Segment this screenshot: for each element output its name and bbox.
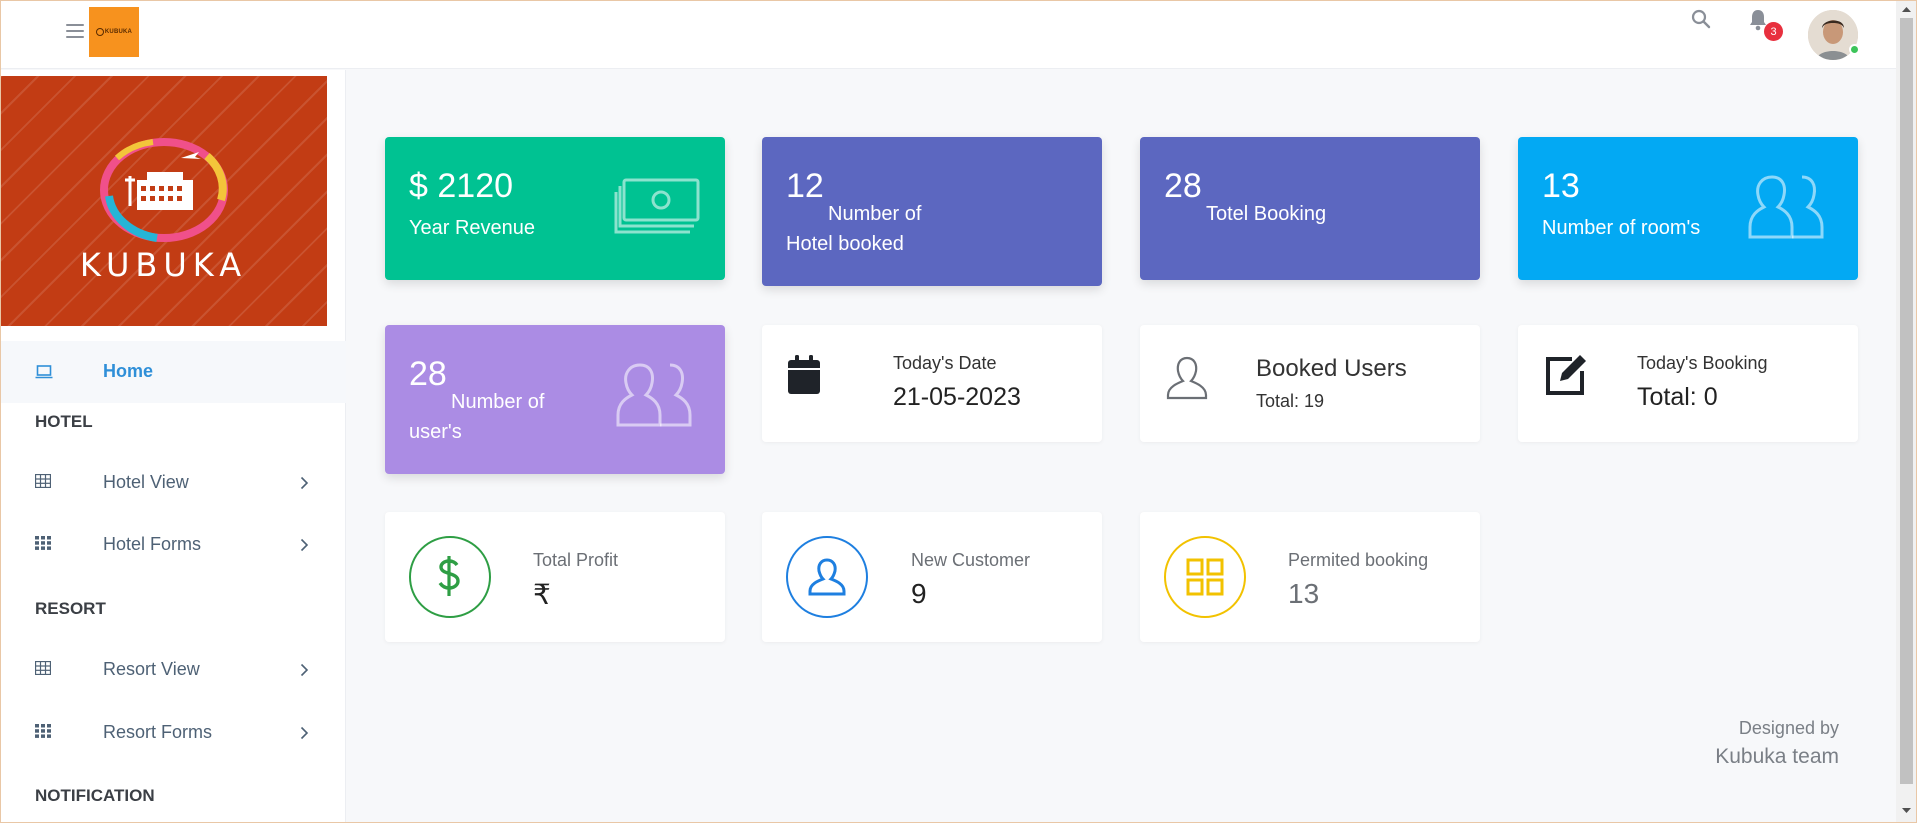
hotels-booked-value: 12 — [786, 167, 824, 205]
table-icon — [35, 661, 51, 675]
rooms-value: 13 — [1542, 167, 1580, 205]
todays-date-title: Today's Date — [893, 353, 997, 373]
hotels-booked-card[interactable]: 12 Number of Hotel booked — [762, 137, 1102, 286]
users-icon — [1748, 175, 1824, 239]
grid-icon — [35, 536, 51, 550]
users-value: 28 — [409, 355, 447, 393]
users-label-1: Number of — [451, 391, 545, 413]
sidebar-item-label: Hotel Forms — [103, 534, 202, 554]
sidebar-item-label: Hotel View — [103, 472, 189, 492]
logo-text: KUBUKA — [104, 29, 133, 35]
online-status-dot — [1849, 44, 1860, 55]
sidebar-item-hotel-forms[interactable]: Hotel Forms — [0, 520, 346, 570]
user-icon — [1166, 356, 1208, 400]
sidebar-item-resort-view[interactable]: Resort View — [0, 645, 346, 695]
sidebar-item-label: Home — [103, 361, 154, 381]
hotels-booked-label-1: Number of — [828, 203, 922, 225]
notification-badge: 3 — [1764, 22, 1783, 41]
grid-icon — [35, 724, 51, 738]
sidebar: KUBUKA Home HOTEL Hotel View Hotel Forms… — [0, 70, 346, 823]
booked-users-title: Booked Users — [1256, 355, 1407, 382]
total-profit-card: Total Profit ₹ — [385, 512, 725, 642]
calendar-icon — [788, 355, 820, 394]
total-profit-value: ₹ — [533, 579, 551, 610]
permitted-booking-value: 13 — [1288, 578, 1320, 609]
money-icon — [614, 178, 700, 234]
currency-symbol: $ — [409, 167, 428, 205]
sidebar-item-label: Resort View — [103, 659, 200, 679]
todays-booking-total: Total: 0 — [1637, 383, 1718, 411]
total-booking-label: Totel Booking — [1206, 203, 1327, 225]
customer-icon-circle — [786, 536, 868, 618]
chevron-right-icon — [300, 726, 309, 740]
permitted-icon-circle — [1164, 536, 1246, 618]
section-heading-resort: RESORT — [35, 599, 106, 618]
profit-icon-circle — [409, 536, 491, 618]
new-customer-title: New Customer — [911, 550, 1031, 570]
users-card[interactable]: 28 Number of user's — [385, 325, 725, 474]
chevron-right-icon — [300, 476, 309, 490]
section-heading-hotel: HOTEL — [35, 412, 93, 431]
chevron-right-icon — [300, 538, 309, 552]
todays-date-card: Today's Date 21-05-2023 — [762, 325, 1102, 442]
users-label-2: user's — [409, 421, 462, 443]
scroll-down-arrow-icon[interactable] — [1900, 805, 1913, 817]
menu-toggle-icon[interactable] — [66, 24, 84, 38]
sidebar-item-home[interactable]: Home — [0, 341, 346, 403]
revenue-value-line: $ 2120 — [409, 167, 513, 206]
revenue-label: Year Revenue — [409, 217, 536, 239]
laptop-icon — [35, 365, 53, 379]
hotels-booked-label-2: Hotel booked — [786, 233, 904, 255]
todays-date-value: 21-05-2023 — [893, 383, 1021, 411]
users-icon — [616, 363, 692, 427]
todays-booking-card: Today's Booking Total: 0 — [1518, 325, 1858, 442]
table-icon — [35, 474, 51, 488]
scrollbar-thumb[interactable] — [1900, 18, 1913, 784]
revenue-value: 2120 — [437, 167, 514, 205]
sidebar-item-label: Resort Forms — [103, 722, 213, 742]
todays-booking-title: Today's Booking — [1637, 353, 1768, 373]
search-icon[interactable] — [1689, 7, 1713, 31]
total-booking-value: 28 — [1164, 167, 1202, 205]
total-booking-card[interactable]: 28 Totel Booking — [1140, 137, 1480, 280]
edit-icon — [1546, 355, 1586, 395]
section-heading-notification: NOTIFICATION — [35, 786, 155, 805]
sidebar-item-hotel-view[interactable]: Hotel View — [0, 458, 346, 508]
top-navbar: KUBUKA 3 — [0, 0, 1896, 69]
rooms-card[interactable]: 13 Number of room's — [1518, 137, 1858, 280]
dollar-icon — [438, 556, 460, 596]
footer-line-1: Designed by — [1738, 718, 1839, 738]
permitted-booking-card: Permited booking 13 — [1140, 512, 1480, 642]
footer-line-2: Kubuka team — [1715, 745, 1839, 768]
user-icon — [808, 558, 846, 596]
rooms-label: Number of room's — [1542, 217, 1701, 239]
hotel-emblem-icon — [100, 138, 228, 242]
footer-credit: Designed by Kubuka team — [1715, 718, 1839, 769]
sidebar-hero-banner: KUBUKA — [0, 76, 327, 326]
new-customer-card: New Customer 9 — [762, 512, 1102, 642]
chevron-right-icon — [300, 663, 309, 677]
total-profit-title: Total Profit — [533, 550, 619, 570]
sidebar-item-resort-forms[interactable]: Resort Forms — [0, 708, 346, 758]
logo-mark-icon — [95, 28, 104, 36]
hero-title: KUBUKA — [79, 246, 248, 284]
booked-users-total: Total: 19 — [1256, 391, 1325, 411]
grid-icon — [1186, 558, 1224, 596]
booked-users-card: Booked Users Total: 19 — [1140, 325, 1480, 442]
permitted-booking-title: Permited booking — [1288, 550, 1429, 570]
scroll-up-arrow-icon[interactable] — [1900, 3, 1913, 15]
brand-logo[interactable]: KUBUKA — [89, 7, 139, 57]
revenue-card[interactable]: $ 2120 Year Revenue — [385, 137, 725, 280]
new-customer-value: 9 — [911, 578, 927, 609]
